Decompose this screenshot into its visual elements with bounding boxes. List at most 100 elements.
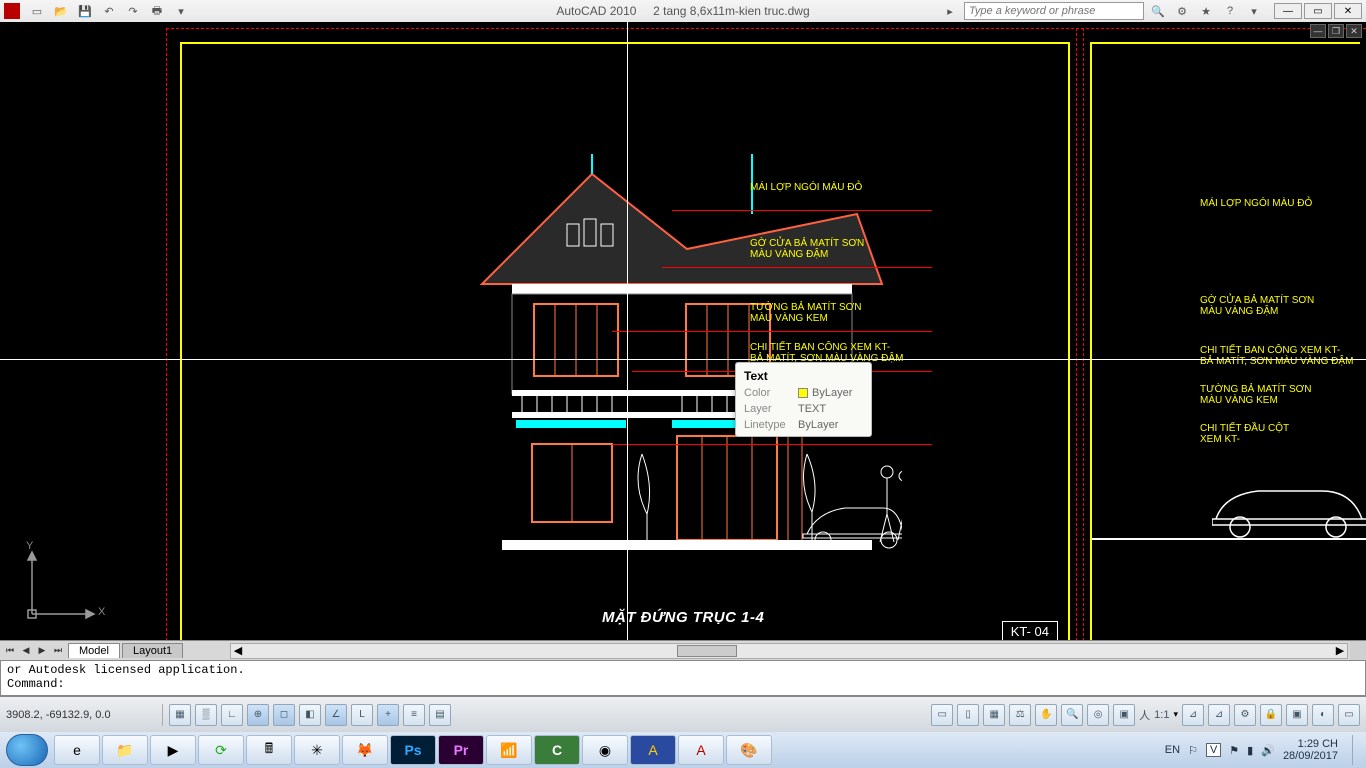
maximize-button[interactable]: ▭ bbox=[1304, 3, 1332, 19]
taskbar-photoshop-icon[interactable]: Ps bbox=[390, 735, 436, 765]
annotation-text[interactable]: CHI TIẾT BAN CÔNG XEM KT-BẢ MATÍT, SƠN M… bbox=[750, 342, 903, 364]
tray-flag-icon[interactable]: ⚐ bbox=[1188, 744, 1198, 757]
snap-button[interactable]: ▦ bbox=[169, 704, 191, 726]
tray-volume-icon[interactable]: 🔊 bbox=[1261, 744, 1275, 757]
annotation-text[interactable]: GỜ CỬA BẢ MATÍT SƠNMÀU VÀNG ĐẬM bbox=[1200, 295, 1314, 317]
quickview-drawings-button[interactable]: ▦ bbox=[983, 704, 1005, 726]
annotation-text[interactable]: TƯỜNG BẢ MATÍT SƠNMÀU VÀNG KEM bbox=[1200, 384, 1311, 406]
drawing-viewport[interactable]: — ❐ ✕ bbox=[0, 22, 1366, 640]
command-line[interactable]: or Autodesk licensed application. Comman… bbox=[0, 660, 1366, 696]
tray-clock[interactable]: 1:29 CH 28/09/2017 bbox=[1283, 738, 1338, 762]
doc-minimize-button[interactable]: — bbox=[1310, 24, 1326, 38]
close-button[interactable]: ✕ bbox=[1334, 3, 1362, 19]
search-input[interactable] bbox=[964, 2, 1144, 20]
tab-last-icon[interactable]: ⏭ bbox=[50, 643, 66, 659]
lwt-button[interactable]: ≡ bbox=[403, 704, 425, 726]
save-icon[interactable]: 💾 bbox=[74, 2, 96, 20]
leader-line bbox=[672, 210, 932, 211]
taskbar-wifi-icon[interactable]: 📶 bbox=[486, 735, 532, 765]
taskbar-calc-icon[interactable]: 🖩 bbox=[246, 735, 292, 765]
scrollbar-thumb[interactable] bbox=[677, 645, 737, 657]
taskbar-app2-icon[interactable]: ✳ bbox=[294, 735, 340, 765]
app-name: AutoCAD 2010 bbox=[556, 4, 636, 18]
redo-icon[interactable]: ↷ bbox=[122, 2, 144, 20]
ortho-button[interactable]: ∟ bbox=[221, 704, 243, 726]
new-icon[interactable]: ▭ bbox=[26, 2, 48, 20]
tray-unikey-icon[interactable]: V bbox=[1206, 743, 1221, 757]
taskbar-autocad-icon[interactable]: A bbox=[678, 735, 724, 765]
taskbar-premiere-icon[interactable]: Pr bbox=[438, 735, 484, 765]
zoom-button[interactable]: 🔍 bbox=[1061, 704, 1083, 726]
vertical-scrollbar[interactable] bbox=[1350, 641, 1366, 660]
doc-close-button[interactable]: ✕ bbox=[1346, 24, 1362, 38]
annotation-text[interactable]: CHI TIẾT ĐẦU CỘTXEM KT- bbox=[1200, 423, 1289, 445]
open-icon[interactable]: 📂 bbox=[50, 2, 72, 20]
annotation-scale[interactable]: 1:1 bbox=[1154, 709, 1169, 721]
tray-action-center-icon[interactable]: ⚑ bbox=[1229, 744, 1239, 757]
annotation-text[interactable]: MÁI LỢP NGÓI MÀU ĐỎ bbox=[750, 182, 862, 193]
tray-network-icon[interactable]: ▮ bbox=[1247, 744, 1253, 757]
infocenter-toggle-icon[interactable]: ▸ bbox=[940, 2, 960, 20]
autoscale-button[interactable]: ⊿ bbox=[1208, 704, 1230, 726]
tab-layout1[interactable]: Layout1 bbox=[122, 643, 183, 658]
undo-icon[interactable]: ↶ bbox=[98, 2, 120, 20]
comm-center-icon[interactable]: ⚙ bbox=[1172, 2, 1192, 20]
3dosnap-button[interactable]: ◧ bbox=[299, 704, 321, 726]
dyn-button[interactable]: + bbox=[377, 704, 399, 726]
taskbar-app3-icon[interactable]: A bbox=[630, 735, 676, 765]
annotation-text[interactable]: CHI TIẾT BAN CÔNG XEM KT-BẢ MATÍT, SƠN M… bbox=[1200, 345, 1353, 367]
quickview-layouts-button[interactable]: ▯ bbox=[957, 704, 979, 726]
grid-button[interactable]: ▒ bbox=[195, 704, 217, 726]
annoscale-button[interactable]: ⚖ bbox=[1009, 704, 1031, 726]
annovisibility-button[interactable]: ⊿ bbox=[1182, 704, 1204, 726]
print-icon[interactable]: 🖶 bbox=[146, 2, 168, 20]
tab-first-icon[interactable]: ⏮ bbox=[2, 643, 18, 659]
hardware-accel-button[interactable]: ▣ bbox=[1286, 704, 1308, 726]
taskbar-firefox-icon[interactable]: 🦊 bbox=[342, 735, 388, 765]
qp-button[interactable]: ▤ bbox=[429, 704, 451, 726]
taskbar-camtasia-icon[interactable]: C bbox=[534, 735, 580, 765]
steering-wheel-button[interactable]: ◎ bbox=[1087, 704, 1109, 726]
isolate-button[interactable]: ◐ bbox=[1312, 704, 1334, 726]
clean-screen-button[interactable]: ▭ bbox=[1338, 704, 1360, 726]
search-icon[interactable]: 🔍 bbox=[1148, 2, 1168, 20]
annotation-text[interactable]: TƯỜNG BẢ MATÍT SƠNMÀU VÀNG KEM bbox=[750, 302, 861, 324]
taskbar-chrome-icon[interactable]: ◉ bbox=[582, 735, 628, 765]
file-name: 2 tang 8,6x11m-kien truc.dwg bbox=[653, 4, 810, 18]
tab-model[interactable]: Model bbox=[68, 643, 120, 658]
tray-ime-label[interactable]: EN bbox=[1165, 744, 1180, 756]
properties-tooltip: Text ColorByLayerLayerTEXTLinetypeByLaye… bbox=[735, 362, 872, 437]
otrack-button[interactable]: ∠ bbox=[325, 704, 347, 726]
annotation-text[interactable]: GỜ CỬA BẢ MATÍT SƠNMÀU VÀNG ĐẬM bbox=[750, 238, 864, 260]
taskbar-explorer-icon[interactable]: 📁 bbox=[102, 735, 148, 765]
help-dropdown-icon[interactable]: ▾ bbox=[1244, 2, 1264, 20]
annotation-text[interactable]: MÁI LỢP NGÓI MÀU ĐỎ bbox=[1200, 198, 1312, 209]
workspace-button[interactable]: ⚙ bbox=[1234, 704, 1256, 726]
modelspace-button[interactable]: ▭ bbox=[931, 704, 953, 726]
system-tray: EN ⚐ V ⚑ ▮ 🔊 1:29 CH 28/09/2017 bbox=[1165, 735, 1360, 765]
tab-prev-icon[interactable]: ◀ bbox=[18, 643, 34, 659]
doc-restore-button[interactable]: ❐ bbox=[1328, 24, 1344, 38]
tab-next-icon[interactable]: ▶ bbox=[34, 643, 50, 659]
osnap-button[interactable]: ◻ bbox=[273, 704, 295, 726]
coordinates-readout[interactable]: 3908.2, -69132.9, 0.0 bbox=[6, 709, 156, 721]
help-icon[interactable]: ? bbox=[1220, 2, 1240, 20]
show-desktop-button[interactable] bbox=[1352, 735, 1360, 765]
taskbar-wmp-icon[interactable]: ▶ bbox=[150, 735, 196, 765]
pan-button[interactable]: ✋ bbox=[1035, 704, 1057, 726]
app-logo[interactable] bbox=[4, 3, 20, 19]
taskbar-paint-icon[interactable]: 🎨 bbox=[726, 735, 772, 765]
minimize-button[interactable]: — bbox=[1274, 3, 1302, 19]
polar-button[interactable]: ⊕ bbox=[247, 704, 269, 726]
taskbar-ie-icon[interactable]: e bbox=[54, 735, 100, 765]
showmotion-button[interactable]: ▣ bbox=[1113, 704, 1135, 726]
qat-dropdown-icon[interactable]: ▾ bbox=[170, 2, 192, 20]
horizontal-scrollbar[interactable]: ◀ ▶ bbox=[230, 643, 1348, 659]
start-button[interactable] bbox=[6, 734, 48, 766]
toolbar-lock-button[interactable]: 🔒 bbox=[1260, 704, 1282, 726]
ducs-button[interactable]: L bbox=[351, 704, 373, 726]
favorites-icon[interactable]: ★ bbox=[1196, 2, 1216, 20]
taskbar-app1-icon[interactable]: ⟳ bbox=[198, 735, 244, 765]
leader-line bbox=[612, 444, 932, 445]
tooltip-row: ColorByLayer bbox=[736, 385, 871, 401]
